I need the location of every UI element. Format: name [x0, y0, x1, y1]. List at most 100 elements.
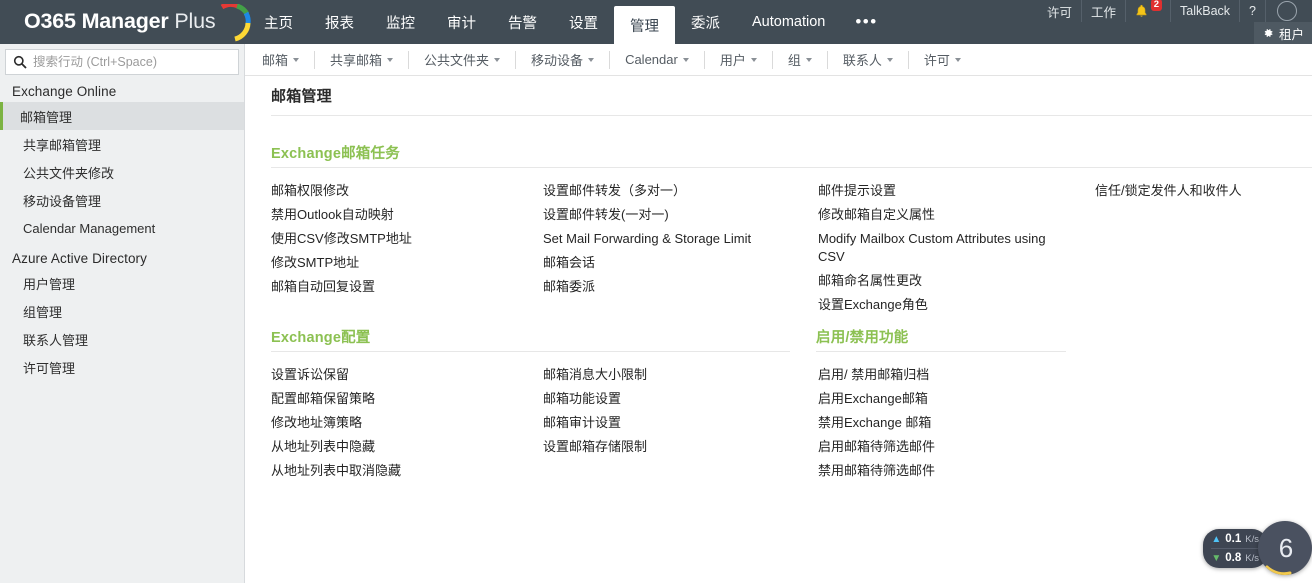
- tenant-label: 租户: [1278, 27, 1304, 42]
- task-item[interactable]: 启用邮箱待筛选邮件: [818, 438, 1068, 456]
- section-exchange-mailbox-tasks: Exchange邮箱任务 邮箱权限修改 禁用Outlook自动映射 使用CSV修…: [245, 142, 1312, 312]
- task-item[interactable]: 设置邮件转发(一对一): [543, 206, 793, 224]
- subnav-item-0[interactable]: 邮箱: [245, 50, 316, 69]
- task-item[interactable]: 邮箱权限修改: [271, 182, 521, 200]
- task-item[interactable]: 修改SMTP地址: [271, 254, 521, 272]
- sidebar-item-label: 用户管理: [23, 276, 76, 292]
- task-item[interactable]: 使用CSV修改SMTP地址: [271, 230, 521, 248]
- logo-text-primary: O365 Manager: [24, 9, 169, 34]
- sidebar-item-public-folder-modify[interactable]: 公共文件夹修改: [0, 158, 244, 186]
- sidebar-item-shared-mailbox-management[interactable]: 共享邮箱管理: [0, 130, 244, 158]
- task-item[interactable]: Modify Mailbox Custom Attributes using C…: [818, 230, 1046, 266]
- task-column-2: 启用/ 禁用邮箱归档 启用Exchange邮箱 禁用Exchange 邮箱 启用…: [818, 366, 1068, 486]
- jobs-link[interactable]: 工作: [1081, 0, 1125, 22]
- task-item[interactable]: 邮箱审计设置: [543, 414, 793, 432]
- download-speed-value: 0.8: [1225, 551, 1242, 564]
- subnav-item-3[interactable]: 移动设备: [516, 50, 611, 69]
- bell-icon: 2: [1135, 0, 1163, 20]
- task-item[interactable]: 邮件提示设置: [818, 182, 1046, 200]
- license-link[interactable]: 许可: [1038, 0, 1081, 22]
- download-speed-unit: K/s: [1245, 552, 1259, 564]
- main-nav-item-5[interactable]: 设置: [553, 0, 614, 44]
- section-title: Exchange邮箱任务: [271, 146, 400, 162]
- user-avatar-button[interactable]: [1265, 0, 1312, 22]
- network-speed-widget[interactable]: ▲ 0.1 K/s ▼ 0.8 K/s 6: [1203, 521, 1312, 575]
- app-logo[interactable]: O365 Manager Plus: [24, 0, 252, 44]
- task-item[interactable]: 修改邮箱自定义属性: [818, 206, 1046, 224]
- task-item[interactable]: 信任/锁定发件人和收件人: [1095, 182, 1310, 200]
- sidebar-item-group-management[interactable]: 组管理: [0, 297, 244, 325]
- sidebar-item-mailbox-management[interactable]: 邮箱管理: [0, 102, 244, 130]
- avatar-icon: [1277, 1, 1297, 21]
- main-nav-item-7[interactable]: 委派: [675, 0, 736, 44]
- main-nav-overflow-button[interactable]: •••: [841, 0, 891, 44]
- tenant-selector[interactable]: 租户: [1253, 22, 1312, 44]
- chevron-down-icon: [954, 57, 961, 62]
- sidebar-search-row: [0, 44, 244, 75]
- notification-badge: 2: [1150, 0, 1163, 11]
- sidebar-item-label: 邮箱管理: [20, 109, 73, 125]
- subnav-item-7[interactable]: 联系人: [828, 50, 909, 69]
- task-item[interactable]: 邮箱委派: [543, 278, 793, 296]
- task-item[interactable]: 设置邮箱存储限制: [543, 438, 793, 456]
- notifications-button[interactable]: 2: [1125, 0, 1170, 22]
- subnav-item-4[interactable]: Calendar: [610, 50, 705, 69]
- main-nav-item-0[interactable]: 主页: [248, 0, 309, 44]
- task-item[interactable]: 修改地址簿策略: [271, 414, 521, 432]
- task-item[interactable]: 启用/ 禁用邮箱归档: [818, 366, 1068, 384]
- task-column-0: 设置诉讼保留 配置邮箱保留策略 修改地址簿策略 从地址列表中隐藏 从地址列表中取…: [271, 366, 521, 486]
- task-item[interactable]: 邮箱自动回复设置: [271, 278, 521, 296]
- section-columns: 邮箱权限修改 禁用Outlook自动映射 使用CSV修改SMTP地址 修改SMT…: [245, 182, 1312, 312]
- sidebar-item-label: Calendar Management: [23, 220, 156, 236]
- main-nav-item-8[interactable]: Automation: [736, 0, 841, 44]
- network-row-divider: [1211, 547, 1259, 549]
- task-column-1: 设置邮件转发（多对一） 设置邮件转发(一对一) Set Mail Forward…: [543, 182, 793, 302]
- help-button[interactable]: ?: [1239, 0, 1265, 22]
- task-item[interactable]: 邮箱功能设置: [543, 390, 793, 408]
- task-item[interactable]: 配置邮箱保留策略: [271, 390, 521, 408]
- subnav-item-6[interactable]: 组: [773, 50, 828, 69]
- sidebar: Exchange Online 邮箱管理 共享邮箱管理 公共文件夹修改 移动设备…: [0, 44, 245, 583]
- subnav-item-2[interactable]: 公共文件夹: [409, 50, 517, 69]
- subnav-label-1: 共享邮箱: [330, 53, 383, 68]
- main-nav-item-4[interactable]: 告警: [492, 0, 553, 44]
- subnav-item-1[interactable]: 共享邮箱: [315, 50, 410, 69]
- main-nav-item-3[interactable]: 审计: [431, 0, 492, 44]
- chevron-down-icon: [682, 57, 689, 62]
- search-box[interactable]: [5, 49, 239, 75]
- chevron-down-icon: [588, 57, 595, 62]
- sidebar-item-user-management[interactable]: 用户管理: [0, 269, 244, 297]
- logo-text-secondary: Plus: [168, 9, 216, 34]
- sidebar-item-calendar-management[interactable]: Calendar Management: [0, 214, 244, 242]
- chevron-down-icon: [293, 57, 300, 62]
- performance-gauge[interactable]: 6: [1258, 521, 1312, 575]
- sidebar-item-mobile-device-management[interactable]: 移动设备管理: [0, 186, 244, 214]
- task-item[interactable]: 设置Exchange角色: [818, 296, 1046, 314]
- talkback-link[interactable]: TalkBack: [1170, 0, 1239, 22]
- task-item[interactable]: 邮箱消息大小限制: [543, 366, 793, 384]
- task-item[interactable]: 从地址列表中隐藏: [271, 438, 521, 456]
- sidebar-item-label: 组管理: [23, 304, 63, 320]
- sidebar-item-contact-management[interactable]: 联系人管理: [0, 325, 244, 353]
- subnav-item-8[interactable]: 许可: [909, 51, 976, 69]
- main-nav-item-2[interactable]: 监控: [370, 0, 431, 44]
- task-item[interactable]: Set Mail Forwarding & Storage Limit: [543, 230, 793, 248]
- task-item[interactable]: 禁用Outlook自动映射: [271, 206, 521, 224]
- main-nav-item-6[interactable]: 管理: [614, 6, 675, 44]
- subnav-label-7: 联系人: [842, 53, 882, 68]
- task-item[interactable]: 从地址列表中取消隐藏: [271, 462, 521, 480]
- main-nav-item-1[interactable]: 报表: [309, 0, 370, 44]
- task-item[interactable]: 禁用Exchange 邮箱: [818, 414, 1068, 432]
- section-columns: 设置诉讼保留 配置邮箱保留策略 修改地址簿策略 从地址列表中隐藏 从地址列表中取…: [245, 366, 1312, 490]
- sidebar-group-title-1: Azure Active Directory: [12, 251, 147, 266]
- task-item[interactable]: 邮箱命名属性更改: [818, 272, 1046, 290]
- subnav-label-2: 公共文件夹: [424, 53, 490, 68]
- search-input[interactable]: [33, 51, 238, 73]
- task-item[interactable]: 启用Exchange邮箱: [818, 390, 1068, 408]
- task-item[interactable]: 邮箱会话: [543, 254, 793, 272]
- task-item[interactable]: 设置邮件转发（多对一）: [543, 182, 793, 200]
- task-item[interactable]: 设置诉讼保留: [271, 366, 521, 384]
- subnav-item-5[interactable]: 用户: [705, 50, 773, 69]
- sidebar-item-license-management[interactable]: 许可管理: [0, 353, 244, 381]
- task-item[interactable]: 禁用邮箱待筛选邮件: [818, 462, 1068, 480]
